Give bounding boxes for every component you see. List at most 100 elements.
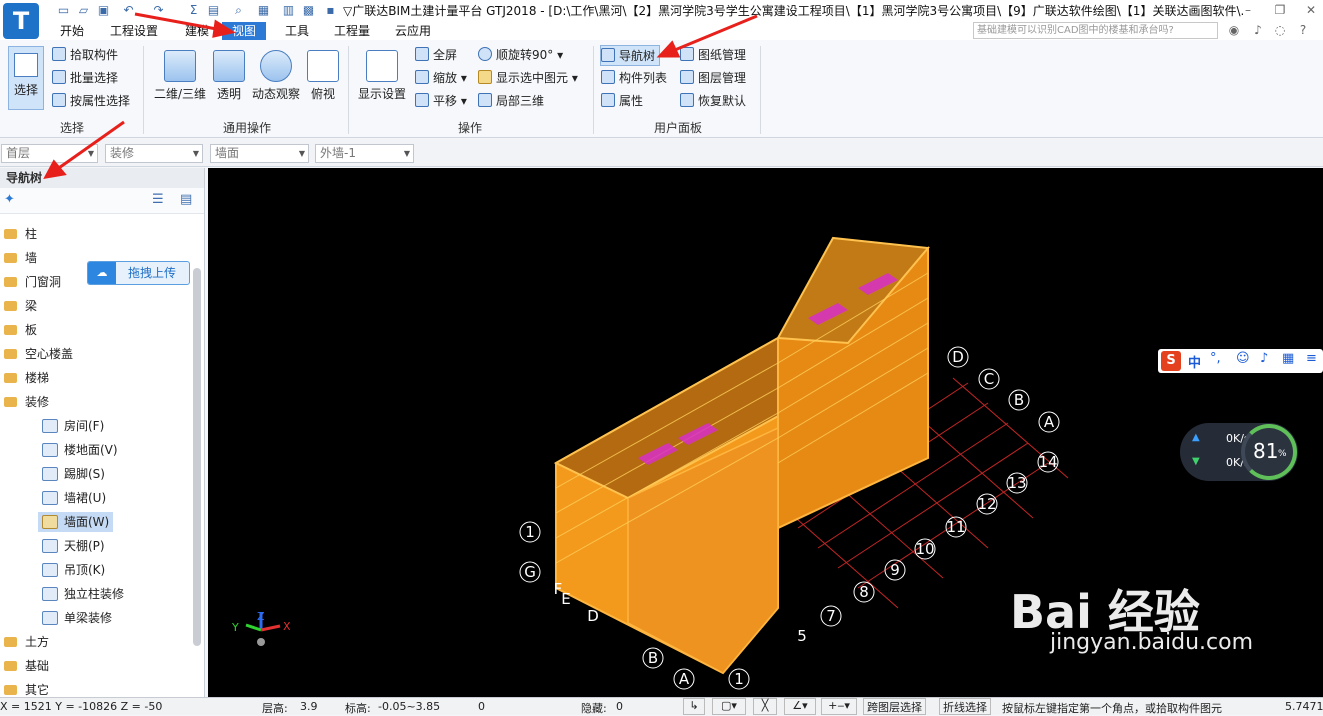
minimize-icon[interactable]: – <box>1240 2 1256 18</box>
category-select[interactable]: 装修 ▼ <box>105 144 203 163</box>
pick-component-button[interactable]: 拾取构件 <box>52 45 118 65</box>
emoji-icon[interactable]: ☺ <box>1236 351 1250 366</box>
tree-item-skirting[interactable]: 踢脚(S) <box>42 464 105 484</box>
show-selected-icon <box>478 70 492 84</box>
table-icon[interactable]: ▤ <box>205 2 222 18</box>
fullscreen-button[interactable]: 全屏 <box>415 45 457 65</box>
lock-icon[interactable]: ▪ <box>322 2 339 18</box>
display-settings-button[interactable]: 显示设置 <box>356 50 408 102</box>
menu-tools[interactable]: 工具 <box>275 22 319 40</box>
bell-icon[interactable]: ♪ <box>1250 22 1266 38</box>
tree-item-ceiling[interactable]: 天棚(P) <box>42 536 105 556</box>
help-icon[interactable]: ? <box>1295 22 1311 38</box>
tree-item-other[interactable]: 其它 <box>4 680 49 698</box>
layer-icon[interactable]: ▥ <box>280 2 297 18</box>
transparent-button[interactable]: 透明 <box>212 50 246 102</box>
type-select[interactable]: 墙面 ▼ <box>210 144 309 163</box>
layer-management-button[interactable]: 图层管理 <box>680 68 746 88</box>
undo-icon[interactable]: ↶ <box>120 2 137 18</box>
menu-icon[interactable]: ≡ <box>1306 351 1317 366</box>
tree-item-beam-decoration[interactable]: 单梁装修 <box>42 608 112 628</box>
close-icon[interactable]: ✕ <box>1303 2 1319 18</box>
display-settings-label: 显示设置 <box>357 87 406 101</box>
polyline-select-button[interactable]: 折线选择 <box>939 698 991 715</box>
nav-scrollbar[interactable] <box>193 268 201 646</box>
new-file-icon[interactable]: ▭ <box>55 2 72 18</box>
tree-item-wall[interactable]: 墙 <box>4 248 37 268</box>
chat-icon[interactable]: ◌ <box>1272 22 1288 38</box>
menu-cloud-apps[interactable]: 云应用 <box>385 22 441 40</box>
help-search-input[interactable]: 基础建模可以识别CAD图中的楼基和承台吗? <box>973 22 1218 39</box>
list-view-icon[interactable]: ☰ <box>152 192 164 207</box>
select-by-attr-button[interactable]: 按属性选择 <box>52 91 130 111</box>
nav-tree-button[interactable]: 导航树 <box>600 45 661 66</box>
tree-item-slab[interactable]: 板 <box>4 320 37 340</box>
folder-icon <box>4 637 17 647</box>
rotate-90-button[interactable]: 顺旋转90° ▾ <box>478 45 563 65</box>
component-list-button[interactable]: 构件列表 <box>601 68 667 88</box>
redo-icon[interactable]: ↷ <box>150 2 167 18</box>
microphone-icon[interactable]: ♪ <box>1260 351 1268 366</box>
tree-item-hollow-floor[interactable]: 空心楼盖 <box>4 344 73 364</box>
restore-default-button[interactable]: 恢复默认 <box>680 91 746 111</box>
box-select-icon[interactable]: ▢▾ <box>712 698 746 715</box>
angle-icon[interactable]: ∠▾ <box>784 698 816 715</box>
tree-item-wall-surface[interactable]: 墙面(W) <box>38 512 114 532</box>
tree-label: 墙 <box>25 251 38 265</box>
tree-item-foundation[interactable]: 基础 <box>4 656 49 676</box>
menu-start[interactable]: 开始 <box>50 22 94 40</box>
top-view-button[interactable]: 俯视 <box>306 50 340 102</box>
select-button[interactable]: 选择 <box>8 46 44 110</box>
menu-quantity[interactable]: 工程量 <box>324 22 380 40</box>
snap-icon[interactable]: ↳ <box>683 698 705 715</box>
tree-item-stairs[interactable]: 楼梯 <box>4 368 49 388</box>
menu-view[interactable]: 视图 <box>222 22 267 40</box>
sum-icon[interactable]: Σ <box>185 2 202 18</box>
item-select[interactable]: 外墙-1 ▼ <box>315 144 414 163</box>
avatar-icon[interactable]: ◉ <box>1226 22 1242 38</box>
attributes-button[interactable]: 属性 <box>601 91 643 111</box>
tree-item-decoration[interactable]: 装修 <box>4 392 49 412</box>
save-icon[interactable]: ▣ <box>95 2 112 18</box>
tree-item-door-window[interactable]: 门窗洞 <box>4 272 61 292</box>
floor-select[interactable]: 首层 ▼ <box>1 144 98 163</box>
ime-mode-label[interactable]: 中 <box>1188 352 1201 371</box>
menu-modeling[interactable]: 建模 <box>175 22 219 40</box>
tree-item-beam[interactable]: 梁 <box>4 296 37 316</box>
tree-item-column[interactable]: 柱 <box>4 224 37 244</box>
drag-upload-button[interactable]: ☁ 拖拽上传 <box>87 261 190 285</box>
open-folder-icon[interactable]: ▱ <box>75 2 92 18</box>
grid-label: E <box>561 590 570 608</box>
show-selected-button[interactable]: 显示选中图元 ▾ <box>478 68 578 88</box>
add-icon[interactable]: ✦ <box>4 192 15 207</box>
ime-toolbar[interactable]: S 中 °, ☺ ♪ ▦ ≡ <box>1158 349 1323 373</box>
axis-gizmo: Z Y X <box>231 610 291 646</box>
menu-project-settings[interactable]: 工程设置 <box>100 22 168 40</box>
tree-item-column-decoration[interactable]: 独立柱装修 <box>42 584 124 604</box>
dynamic-orbit-button[interactable]: 动态观察 <box>250 50 302 102</box>
pan-button[interactable]: 平移 ▾ <box>415 91 467 111</box>
drawing-management-button[interactable]: 图纸管理 <box>680 45 746 65</box>
keyboard-icon[interactable]: ▦ <box>1282 351 1294 366</box>
batch-select-button[interactable]: 批量选择 <box>52 68 118 88</box>
offset-icon[interactable]: +‒▾ <box>821 698 857 715</box>
tree-item-suspended-ceiling[interactable]: 吊顶(K) <box>42 560 105 580</box>
folder-icon <box>4 253 17 263</box>
tree-item-floor-surface[interactable]: 楼地面(V) <box>42 440 118 460</box>
cross-layer-select-button[interactable]: 跨图层选择 <box>863 698 926 715</box>
restore-icon[interactable]: ❐ <box>1272 2 1288 18</box>
view-icon[interactable]: ▦ <box>255 2 272 18</box>
punctuation-icon[interactable]: °, <box>1210 351 1221 366</box>
tree-item-dado[interactable]: 墙裙(U) <box>42 488 106 508</box>
find-icon[interactable]: ⌕ <box>230 2 247 18</box>
local-3d-button[interactable]: 局部三维 <box>478 91 544 111</box>
network-speed-widget[interactable]: ▲ 0K/s ▼ 0K/s 81 % <box>1180 423 1298 481</box>
tree-item-room[interactable]: 房间(F) <box>42 416 104 436</box>
tree-label: 房间(F) <box>64 419 105 433</box>
detail-view-icon[interactable]: ▤ <box>180 192 192 207</box>
2d-3d-button[interactable]: 二维/三维 <box>152 50 208 102</box>
tree-item-earthwork[interactable]: 土方 <box>4 632 49 652</box>
grid-icon[interactable]: ▩ <box>300 2 317 18</box>
orthogonal-icon[interactable]: ╳ <box>753 698 777 715</box>
zoom-button[interactable]: 缩放 ▾ <box>415 68 467 88</box>
